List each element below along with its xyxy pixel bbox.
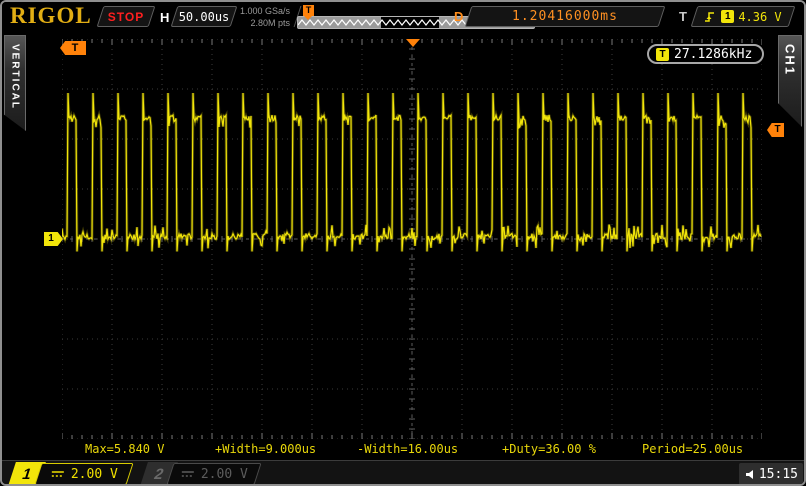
trigger-delay-badge[interactable]: 1.20416000ms	[465, 6, 666, 27]
horizontal-label: H	[160, 10, 169, 25]
trigger-level-marker[interactable]: T	[767, 123, 784, 137]
delay-label: D	[454, 9, 463, 24]
top-status-bar: RIGOL STOP H 50.00us 1.000 GSa/s 2.80M p…	[2, 2, 804, 32]
speaker-icon	[745, 469, 756, 480]
run-state-badge[interactable]: STOP	[97, 6, 156, 27]
tab-ch1-menu[interactable]: CH1	[778, 35, 802, 127]
trigger-label: T	[679, 9, 687, 24]
rigol-logo: RIGOL	[10, 3, 92, 29]
scope-display: T T 27.1286kHz 1 T Max=5.840 V +Width=9.…	[42, 33, 768, 460]
trigger-position-offscreen-icon[interactable]: T	[60, 41, 86, 55]
trigger-source-chip: 1	[721, 10, 734, 23]
measurement-period: Period=25.00us	[642, 442, 743, 456]
acquisition-info: 1.000 GSa/s 2.80M pts	[236, 5, 290, 29]
ch2-scale-value: 2.00 V	[201, 467, 248, 482]
measurement-nwidth: -Width=16.00us	[357, 442, 458, 456]
ch1-scale-value: 2.00 V	[71, 467, 118, 482]
measurement-max: Max=5.840 V	[85, 442, 164, 456]
ch2-scale-box[interactable]: 2.00 V	[166, 463, 261, 485]
sample-rate: 1.000 GSa/s	[236, 5, 290, 17]
dc-coupling-icon	[181, 470, 195, 479]
measurement-duty: +Duty=36.00 %	[502, 442, 596, 456]
rising-edge-icon	[704, 10, 717, 24]
counter-chip: T	[656, 48, 669, 61]
memory-depth: 2.80M pts	[236, 17, 290, 29]
clock-box: 15:15	[739, 463, 803, 485]
bottom-channel-bar: 1 2.00 V 2 2.00 V	[2, 460, 804, 486]
timebase-value: 50.00us	[179, 10, 230, 24]
trigger-level-value: 4.36 V	[738, 10, 781, 24]
tab-vertical-label: VERTICAL	[10, 36, 21, 110]
preview-trigger-flag-icon[interactable]: T	[303, 5, 314, 16]
ch1-waveform-trace	[62, 39, 762, 439]
tab-vertical-menu[interactable]: VERTICAL	[4, 35, 26, 131]
counter-value: 27.1286kHz	[674, 47, 752, 62]
ch1-ground-marker[interactable]: 1	[44, 232, 63, 246]
measurement-pwidth: +Width=9.000us	[215, 442, 316, 456]
run-state-label: STOP	[108, 10, 144, 24]
trigger-delay-value: 1.20416000ms	[512, 9, 618, 24]
ch1-scale-box[interactable]: 2.00 V	[34, 463, 133, 485]
horizontal-reference-icon[interactable]	[406, 39, 420, 47]
dc-coupling-icon	[51, 470, 65, 479]
oscilloscope-screen: RIGOL STOP H 50.00us 1.000 GSa/s 2.80M p…	[0, 0, 806, 486]
tab-ch1-label: CH1	[783, 36, 798, 76]
trigger-info-badge[interactable]: 1 4.36 V	[691, 6, 796, 27]
frequency-counter: T 27.1286kHz	[647, 44, 764, 64]
clock-value: 15:15	[759, 467, 798, 482]
timebase-badge[interactable]: 50.00us	[171, 6, 238, 27]
